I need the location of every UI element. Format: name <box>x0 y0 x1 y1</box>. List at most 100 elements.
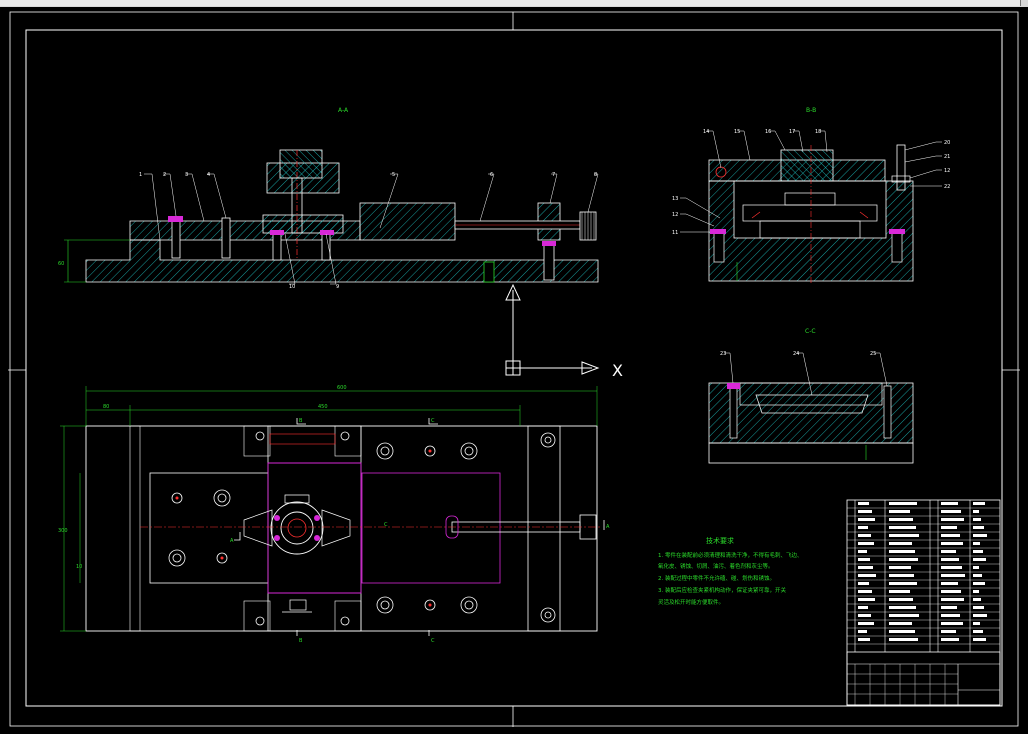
parts-list-entry <box>941 558 959 561</box>
tech-line: 灵活及松开时能方便取件。 <box>658 598 724 606</box>
balloon-label: 8 <box>594 172 597 178</box>
balloon-label: 10 <box>289 284 295 290</box>
technical-requirements: 技术要求 1. 零件在装配前必须清理和清洗干净，不得有毛刺、飞边、 氧化皮、锈蚀… <box>658 536 803 606</box>
parts-list-entry <box>889 614 919 617</box>
balloon-label: 9 <box>336 284 339 290</box>
parts-list-entry <box>973 598 981 601</box>
parts-list-entry <box>858 606 868 609</box>
balloon-label: 15 <box>734 129 740 135</box>
parts-list-entry <box>889 582 917 585</box>
parts-list-entry <box>889 510 910 513</box>
marker-c2: C <box>431 638 435 644</box>
section-title-aa: A-A <box>338 107 349 114</box>
parts-list-entry <box>941 590 961 593</box>
parts-list-entry <box>889 566 911 569</box>
balloon-label: 2 <box>163 172 166 178</box>
marker-c1: C <box>431 418 435 424</box>
cad-drawing-canvas[interactable]: A-A 60 1 2 3 4 5 6 7 8 9 10 X 600 80 450… <box>0 7 1028 734</box>
parts-list-entry <box>973 510 979 513</box>
outer-border <box>9 11 1019 727</box>
parts-list-entry <box>858 582 869 585</box>
parts-list-entry <box>973 558 986 561</box>
parts-list-entry <box>941 526 957 529</box>
ucs-x-label: X <box>612 361 623 380</box>
plan-view: 600 80 450 300 10 B B C C C A A <box>58 385 610 644</box>
parts-list-entry <box>889 630 915 633</box>
parts-list-entry <box>858 534 871 537</box>
parts-list-entry <box>858 598 875 601</box>
parts-list-entry <box>941 574 965 577</box>
balloon-label: 13 <box>672 196 678 202</box>
parts-list-entry <box>889 606 916 609</box>
parts-list-entry <box>941 550 956 553</box>
parts-list-entry <box>858 630 867 633</box>
toolbar-tab[interactable] <box>0 0 41 6</box>
parts-list-entry <box>889 590 910 593</box>
parts-list-entry <box>973 542 980 545</box>
parts-list-entry <box>889 534 919 537</box>
section-cc-view: C-C 23 24 25 <box>708 328 914 464</box>
parts-list-entry <box>973 614 987 617</box>
dim-plan-left: 80 <box>103 404 109 410</box>
parts-list-entry <box>973 526 984 529</box>
tech-line: 2. 装配过程中零件不允许磕、碰、划伤和锈蚀。 <box>658 574 775 582</box>
parts-list-entry <box>889 526 916 529</box>
marker-b2: B <box>299 638 303 644</box>
parts-list-entry <box>973 622 980 625</box>
balloon-label: 3 <box>185 172 188 178</box>
parts-list-entry <box>973 638 986 641</box>
viewport-crosshair <box>8 12 1020 727</box>
parts-list-entry <box>858 558 870 561</box>
parts-list-entry <box>941 566 962 569</box>
balloon-label: 12 <box>672 212 678 218</box>
parts-list-entry <box>889 638 918 641</box>
parts-list-entry <box>858 542 874 545</box>
parts-list-entry <box>973 518 981 521</box>
balloon-label: 24 <box>793 351 799 357</box>
balloon-label: 23 <box>720 351 726 357</box>
parts-list-entry <box>889 574 914 577</box>
parts-list-entry <box>858 510 872 513</box>
top-toolbar-strip <box>0 0 1028 7</box>
dim-front-height: 60 <box>58 261 64 267</box>
parts-list-entry <box>889 542 912 545</box>
tech-line: 3. 装配后应检查夹紧机构动作，保证夹紧可靠，开关 <box>658 586 786 594</box>
balloon-label: 7 <box>552 172 555 178</box>
parts-list-entry <box>858 550 867 553</box>
parts-list-entry <box>941 510 961 513</box>
balloon-label: 4 <box>207 172 210 178</box>
parts-list-entry <box>941 598 964 601</box>
balloon-label: 17 <box>789 129 795 135</box>
parts-list-entry <box>941 606 957 609</box>
toolbar-tab[interactable] <box>870 0 1021 6</box>
dim-plan-total: 600 <box>337 385 347 391</box>
parts-list-entry <box>941 614 960 617</box>
parts-list-entry <box>858 574 876 577</box>
parts-list-entry <box>889 502 917 505</box>
dim-plan-sub: 10 <box>76 564 82 570</box>
tech-line: 氧化皮、锈蚀、切屑、油污、着色剂和灰尘等。 <box>658 562 774 570</box>
section-title-cc: C-C <box>805 328 816 335</box>
parts-list-table <box>846 499 1001 706</box>
parts-list-entry <box>973 534 987 537</box>
toolbar-tab[interactable] <box>410 0 871 6</box>
parts-list-entry <box>973 550 983 553</box>
parts-list-entry <box>858 502 869 505</box>
toolbar-tab[interactable] <box>40 0 411 6</box>
ucs-icon <box>505 283 600 376</box>
parts-list-entry <box>973 606 984 609</box>
tech-line: 1. 零件在装配前必须清理和清洗干净，不得有毛刺、飞边、 <box>658 551 803 559</box>
parts-list-entry <box>941 534 960 537</box>
parts-list-entry <box>941 518 964 521</box>
balloon-label: 1 <box>139 172 142 178</box>
parts-list-entry <box>889 550 915 553</box>
balloon-label: 5 <box>392 172 395 178</box>
dim-plan-mid: 450 <box>318 404 328 410</box>
tech-title: 技术要求 <box>706 536 734 545</box>
parts-list-entry <box>858 566 873 569</box>
side-section-view: B-B 14 15 16 17 18 20 21 12 13 12 11 22 <box>672 107 950 285</box>
balloon-label: 14 <box>703 129 709 135</box>
parts-list-entry <box>889 622 912 625</box>
balloon-label: 22 <box>944 184 950 190</box>
parts-list-entry <box>941 502 958 505</box>
